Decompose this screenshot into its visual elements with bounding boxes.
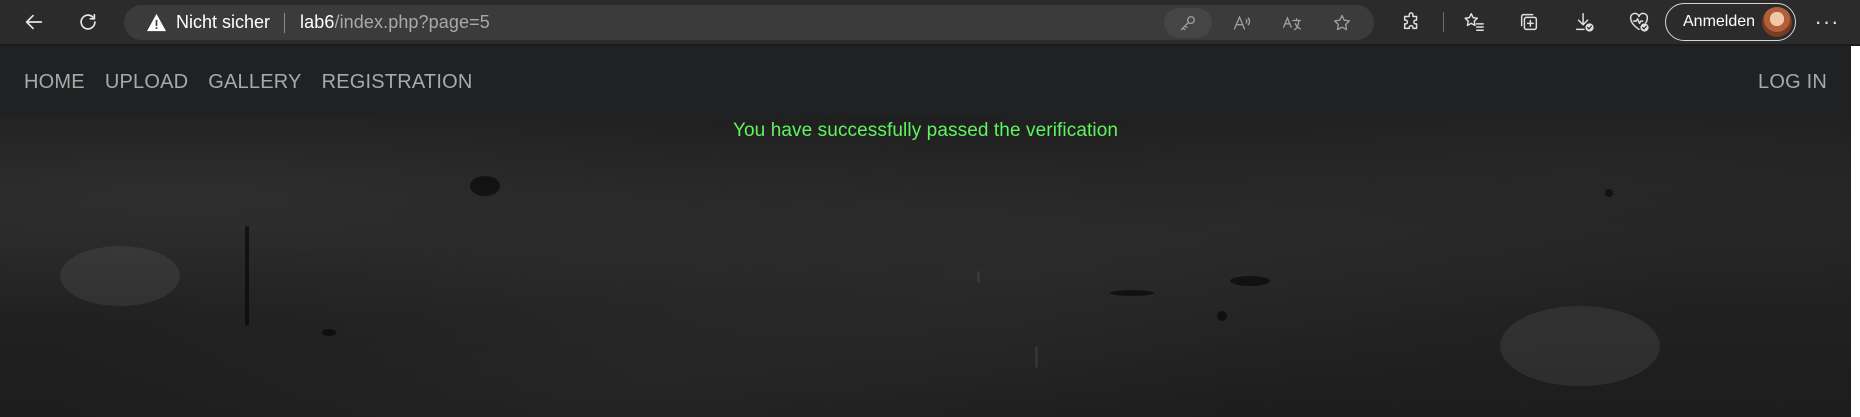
read-aloud-icon[interactable]: [1222, 8, 1262, 38]
puzzle-icon[interactable]: [1390, 5, 1434, 39]
key-icon[interactable]: [1164, 7, 1212, 38]
star-icon[interactable]: [1322, 8, 1362, 38]
collections-icon[interactable]: [1507, 5, 1551, 39]
address-bar[interactable]: Nicht sicher lab6/index.php?page=5: [124, 5, 1374, 40]
texture-speck: [60, 246, 180, 306]
nav-link-registration[interactable]: REGISTRATION: [322, 71, 473, 94]
site-navbar: HOME UPLOAD GALLERY REGISTRATION LOG IN: [0, 46, 1851, 118]
avatar: [1762, 7, 1792, 37]
nav-link-gallery[interactable]: GALLERY: [208, 71, 301, 94]
security-indicator[interactable]: Nicht sicher: [146, 12, 270, 33]
nav-link-upload[interactable]: UPLOAD: [105, 71, 188, 94]
url-text[interactable]: lab6/index.php?page=5: [300, 12, 490, 33]
signin-label: Anmelden: [1683, 13, 1756, 30]
texture-speck: [1230, 276, 1270, 286]
texture-speck: [1605, 189, 1613, 197]
texture-speck: [1500, 306, 1660, 386]
texture-speck: [322, 329, 336, 336]
url-host: lab6: [300, 12, 335, 32]
nav-link-home[interactable]: HOME: [24, 71, 85, 94]
texture-speck: [1217, 311, 1227, 321]
texture-speck: [470, 176, 500, 196]
toolbar-divider: [1443, 12, 1444, 32]
texture-speck: [977, 271, 980, 283]
browser-essentials-icon[interactable]: [1617, 5, 1661, 39]
verification-message: You have successfully passed the verific…: [732, 120, 1119, 141]
browser-toolbar: Nicht sicher lab6/index.php?page=5 Anmel…: [0, 0, 1860, 44]
more-options-icon[interactable]: ···: [1810, 5, 1844, 39]
translate-icon[interactable]: [1272, 8, 1312, 38]
page-viewport: HOME UPLOAD GALLERY REGISTRATION LOG IN …: [0, 46, 1851, 417]
nav-link-login[interactable]: LOG IN: [1758, 71, 1827, 94]
favorites-list-icon[interactable]: [1452, 5, 1496, 39]
reload-icon[interactable]: [71, 5, 105, 39]
security-label: Nicht sicher: [176, 12, 271, 32]
texture-speck: [1035, 346, 1038, 368]
texture-speck: [245, 226, 249, 326]
address-divider: [284, 12, 286, 33]
texture-speck: [1110, 290, 1154, 296]
warning-icon: [147, 13, 166, 32]
download-icon[interactable]: [1562, 5, 1606, 39]
url-path: /index.php?page=5: [334, 12, 490, 32]
signin-button[interactable]: Anmelden: [1665, 3, 1796, 41]
scrollbar[interactable]: [1851, 46, 1860, 417]
back-arrow-icon[interactable]: [17, 5, 51, 39]
